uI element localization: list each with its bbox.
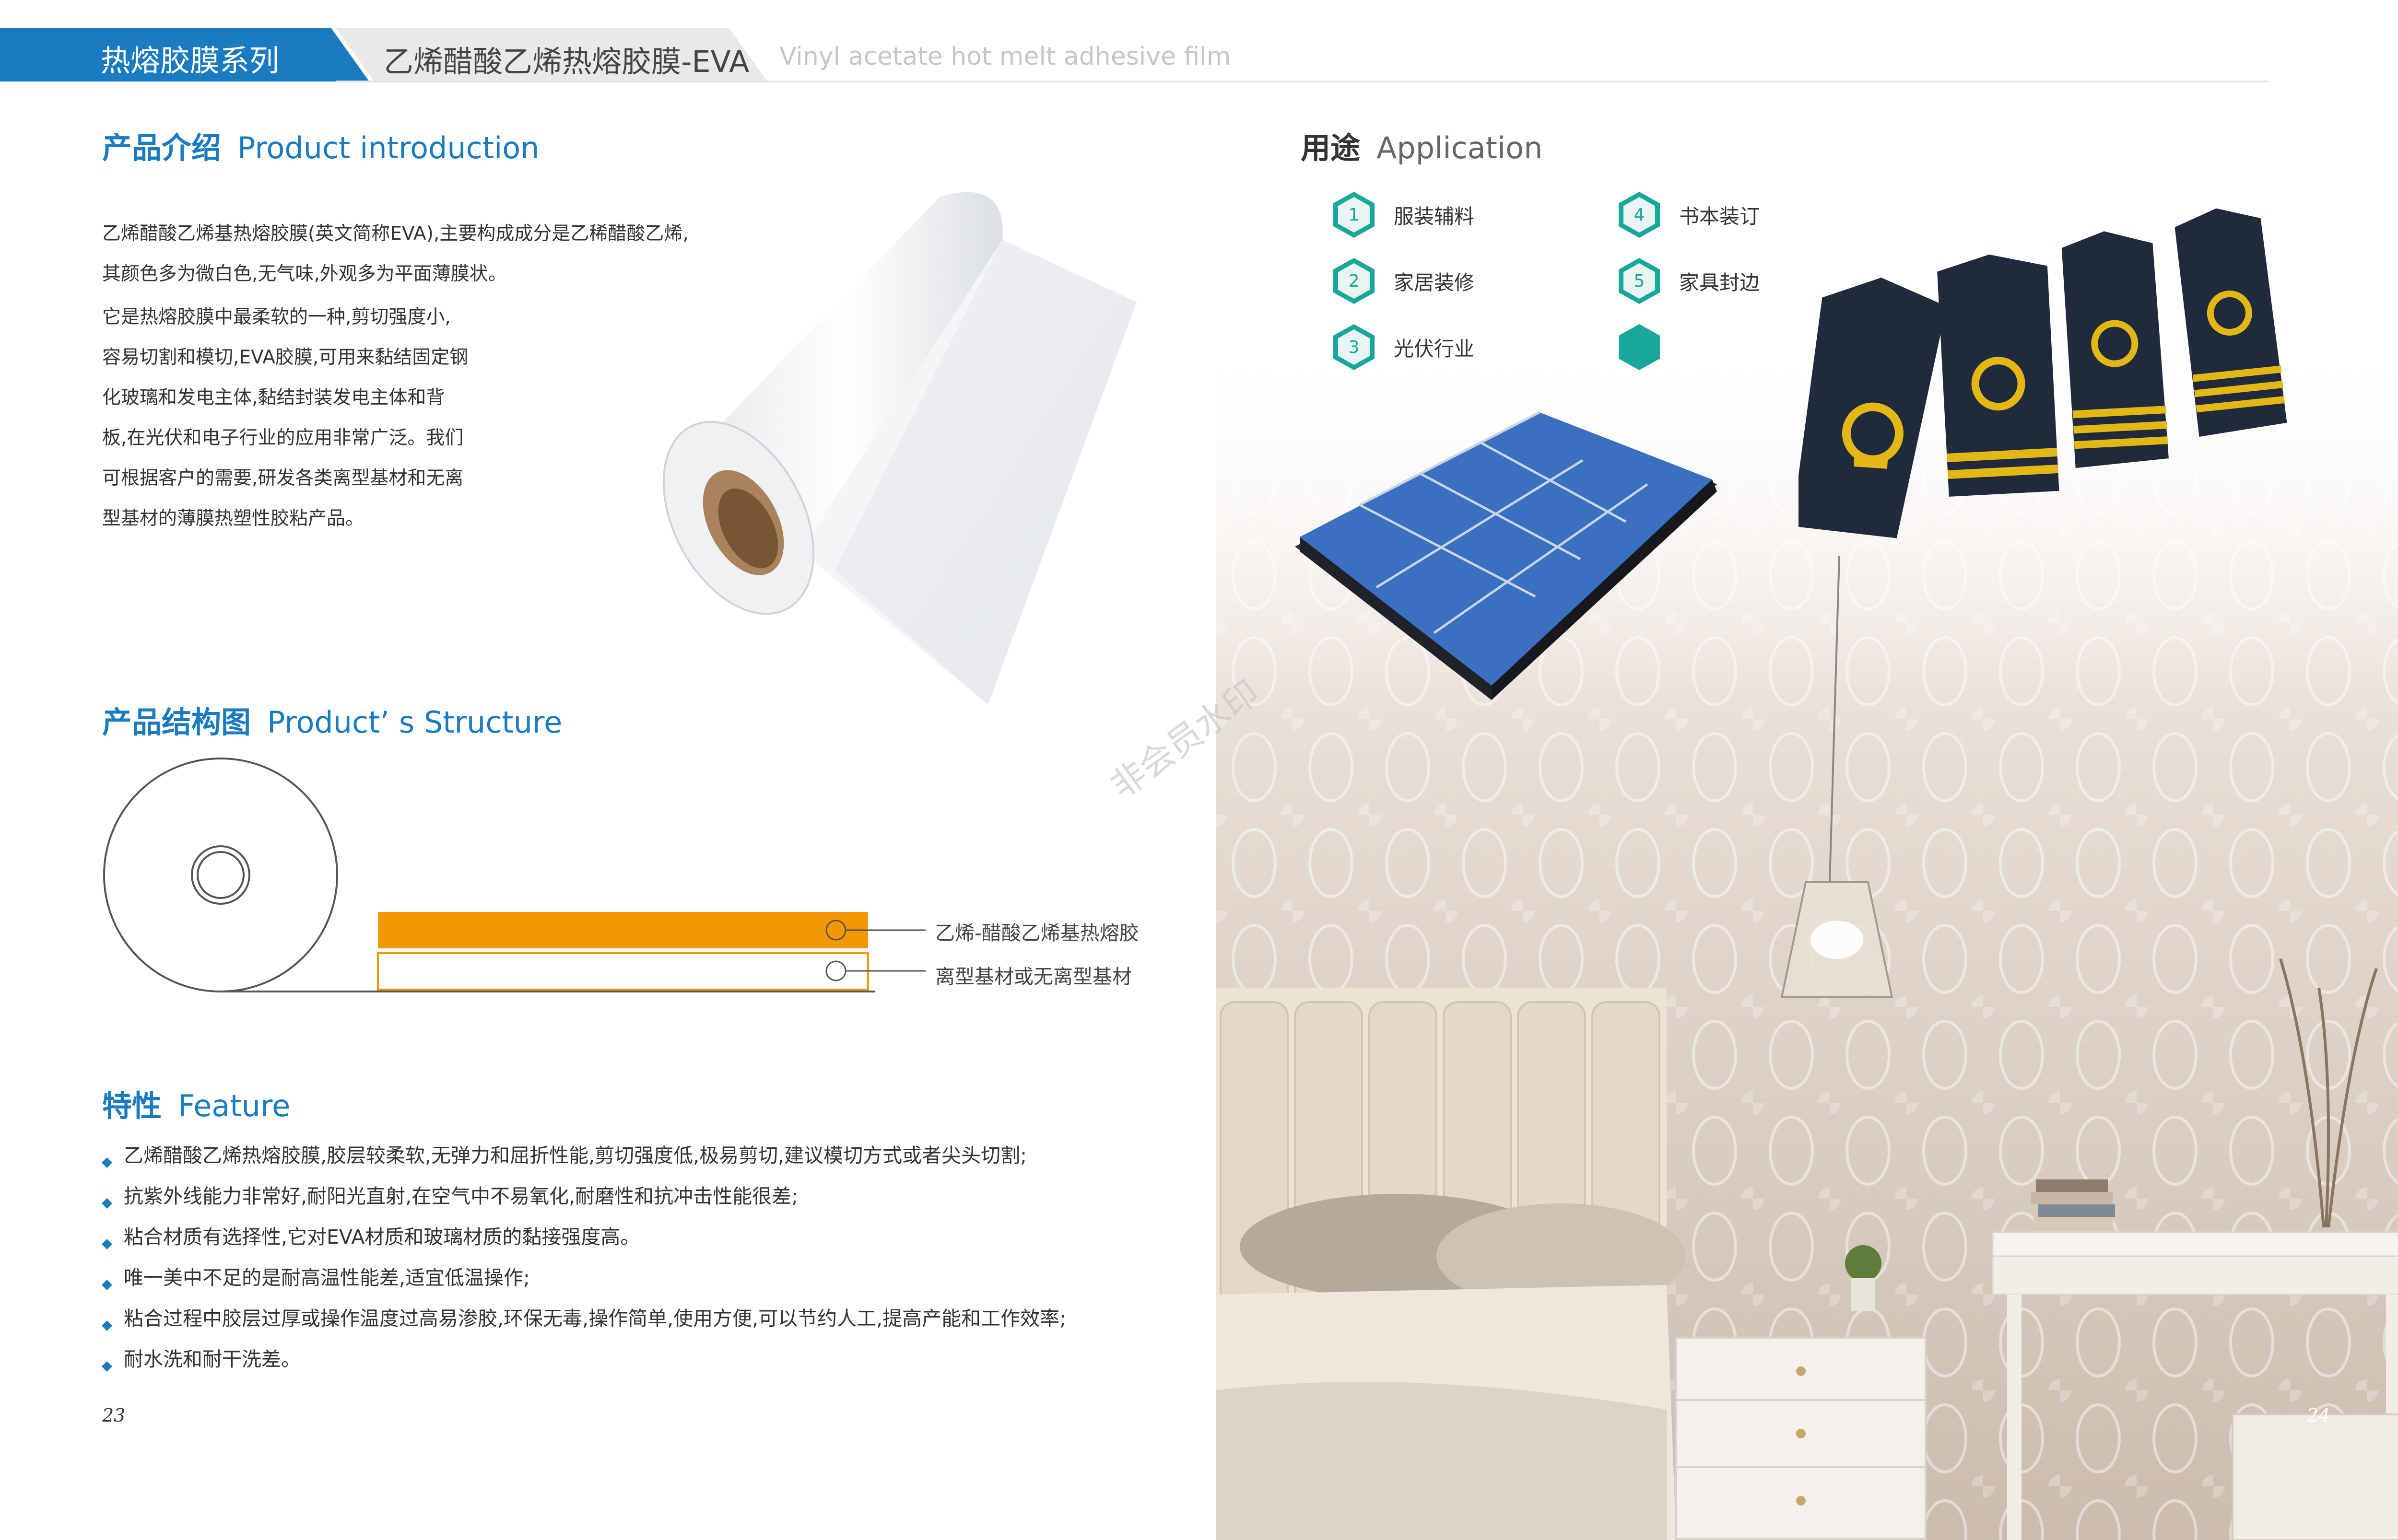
- intro-line: 型基材的薄膜热塑性胶粘产品。: [102, 508, 364, 529]
- feature-item: 乙烯醋酸乙烯热熔胶膜,胶层较柔软,无弹力和屈折性能,剪切强度低,极易剪切,建议模…: [101, 1139, 1027, 1168]
- application-item: 1 服装辅料: [1333, 192, 1474, 238]
- hexagon-number-icon: 4: [1619, 192, 1660, 238]
- intro-line: 可根据客户的需要,研发各类离型基材和无离: [102, 467, 464, 489]
- application-item: 4 书本装订: [1619, 192, 1760, 238]
- diamond-bullet-icon: [101, 1232, 113, 1249]
- diamond-bullet-icon: [101, 1191, 113, 1209]
- adhesive-layer: [378, 912, 868, 948]
- hexagon-number-icon: 1: [1333, 192, 1375, 238]
- feature-item: 耐水洗和耐干洗差。: [101, 1343, 301, 1372]
- application-label: 家居装修: [1394, 270, 1475, 294]
- intro-line: 它是热熔胶膜中最柔软的一种,剪切强度小,: [102, 306, 451, 328]
- application-item: 5 家具封边: [1619, 258, 1760, 304]
- application-label: 家具封边: [1679, 270, 1760, 294]
- hexagon-number-icon: 5: [1619, 258, 1660, 304]
- feature-title-en: Feature: [178, 1088, 291, 1123]
- application-label: 书本装订: [1679, 204, 1760, 228]
- application-heading: 用途 Application: [1301, 124, 1542, 167]
- hexagon-number-icon: 3: [1333, 324, 1375, 370]
- intro-heading: 产品介绍 Product introduction: [102, 124, 540, 167]
- product-title: 乙烯醋酸乙烯热熔胶膜-EVA: [384, 44, 750, 79]
- application-title-en: Application: [1376, 130, 1543, 165]
- application-label: 光伏行业: [1394, 337, 1475, 361]
- intro-title-en: Product introduction: [237, 130, 540, 165]
- structure-title-cn: 产品结构图: [102, 705, 251, 740]
- feature-item: 粘合过程中胶层过厚或操作温度过高易渗胶,环保无毒,操作简单,使用方便,可以节约人…: [101, 1302, 1066, 1331]
- intro-line: 容易切割和模切,EVA胶膜,可用来黏结固定钢: [102, 347, 469, 368]
- application-item: 3 光伏行业: [1333, 324, 1474, 370]
- structure-title-en: Product’ s Structure: [267, 705, 563, 740]
- structure-heading: 产品结构图 Product’ s Structure: [102, 698, 562, 741]
- film-roll-image: [662, 192, 1137, 705]
- hexagon-icon: [1619, 324, 1660, 370]
- feature-title-cn: 特性: [102, 1088, 162, 1123]
- series-tab: 热熔胶膜系列: [0, 28, 369, 82]
- page-number-right: 24: [2307, 1405, 2330, 1426]
- intro-line: 化玻璃和发电主体,黏结封装发电主体和背: [102, 387, 445, 408]
- intro-line: 板,在光伏和电子行业的应用非常广泛。我们: [102, 427, 464, 449]
- diamond-bullet-icon: [101, 1273, 113, 1290]
- application-title-cn: 用途: [1301, 130, 1361, 165]
- feature-item: 抗紫外线能力非常好,耐阳光直射,在空气中不易氧化,耐磨性和抗冲击性能很差;: [101, 1180, 798, 1209]
- feature-item: 粘合材质有选择性,它对EVA材质和玻璃材质的黏接强度高。: [101, 1221, 640, 1249]
- feature-heading: 特性 Feature: [102, 1082, 290, 1125]
- diamond-bullet-icon: [101, 1354, 113, 1372]
- release-layer: [377, 952, 869, 991]
- application-item: [1619, 324, 1679, 370]
- diamond-bullet-icon: [101, 1151, 113, 1168]
- product-title-tab: 乙烯醋酸乙烯热熔胶膜-EVA: [336, 28, 767, 82]
- diamond-bullet-icon: [101, 1314, 113, 1331]
- solar-panel-image: [1295, 411, 1717, 700]
- epaulette-image: [1798, 208, 2287, 538]
- hexagon-number-icon: 2: [1333, 258, 1375, 304]
- release-layer-label: 离型基材或无离型基材: [935, 965, 1132, 988]
- application-item: 2 家居装修: [1333, 258, 1474, 304]
- series-label: 热熔胶膜系列: [101, 43, 280, 78]
- intro-title-cn: 产品介绍: [102, 130, 222, 165]
- product-subtitle: Vinyl acetate hot melt adhesive film: [779, 42, 1231, 71]
- feature-item: 唯一美中不足的是耐高温性能差,适宜低温操作;: [101, 1261, 530, 1290]
- header-divider: [336, 81, 2269, 82]
- roll-core-inner: [197, 851, 245, 899]
- page-number-left: 23: [102, 1405, 126, 1426]
- adhesive-layer-label: 乙烯-醋酸乙烯基热熔胶: [935, 922, 1139, 945]
- application-label: 服装辅料: [1394, 204, 1475, 228]
- intro-paragraph-2: 它是热熔胶膜中最柔软的一种,剪切强度小, 容易切割和模切,EVA胶膜,可用来黏结…: [102, 297, 582, 539]
